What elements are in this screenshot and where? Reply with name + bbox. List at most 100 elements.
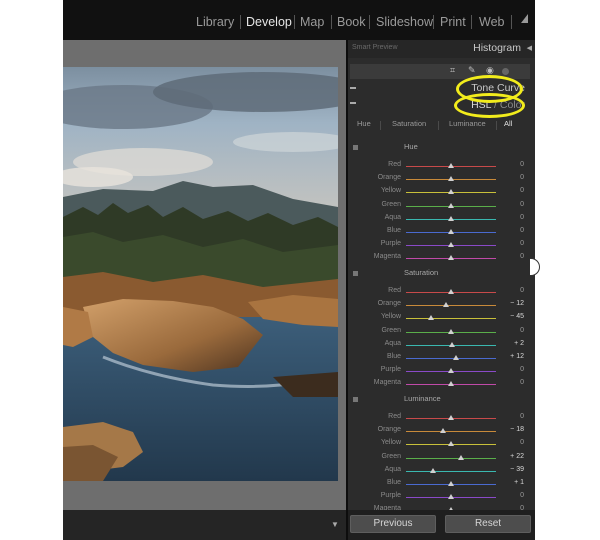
slider-track[interactable] (406, 358, 496, 359)
slider-row: Green + 22 (348, 452, 535, 465)
panel-handle-icon (350, 87, 356, 89)
slider-value[interactable]: 0 (520, 227, 524, 234)
tab-luminance[interactable]: Luminance (449, 119, 486, 128)
toolbar-content-dropdown-icon[interactable]: ▼ (328, 518, 342, 532)
slider-value[interactable]: − 18 (510, 426, 524, 433)
slider-value[interactable]: + 22 (510, 453, 524, 460)
slider-track[interactable] (406, 431, 496, 433)
slider-value[interactable]: 0 (520, 327, 524, 334)
slider-thumb[interactable] (448, 229, 454, 234)
tab-separator (380, 121, 381, 130)
slider-label: Magenta (373, 253, 401, 261)
slider-thumb[interactable] (448, 255, 454, 261)
module-library[interactable]: Library (196, 15, 234, 29)
histogram-title: Histogram (473, 42, 521, 54)
slider-value[interactable]: − 39 (510, 466, 524, 473)
slider-value[interactable]: 0 (520, 201, 524, 208)
slider-thumb[interactable] (448, 215, 454, 221)
lightroom-window: Library Develop Map Book Slideshow Print… (63, 0, 535, 540)
slider-track[interactable] (406, 470, 496, 472)
slider-value[interactable]: 0 (520, 439, 524, 446)
tab-all[interactable]: All (504, 119, 512, 128)
module-print[interactable]: Print (440, 15, 466, 29)
module-separator (294, 15, 295, 29)
slider-value[interactable]: 0 (520, 287, 524, 294)
slider-thumb[interactable] (448, 481, 455, 486)
slider-row: Aqua 0 (348, 213, 535, 226)
module-separator (240, 15, 241, 29)
section-handle-icon[interactable] (353, 397, 358, 402)
slider-row: Aqua + 2 (348, 339, 535, 352)
slider-thumb[interactable] (448, 242, 454, 248)
slider-value[interactable]: 0 (520, 240, 524, 247)
slider-track[interactable] (406, 305, 496, 307)
slider-label: Red (388, 161, 401, 168)
slider-thumb[interactable] (448, 368, 454, 374)
module-web[interactable]: Web (479, 15, 504, 29)
slider-value[interactable]: 0 (520, 366, 524, 373)
slider-value[interactable]: − 45 (510, 313, 524, 320)
slider-value[interactable]: + 1 (514, 479, 524, 486)
module-book[interactable]: Book (337, 15, 366, 29)
slider-track[interactable] (406, 457, 496, 459)
tab-hue[interactable]: Hue (357, 119, 371, 128)
slider-value[interactable]: + 2 (514, 340, 524, 347)
histogram-header[interactable]: Smart Preview Histogram ◀ (348, 40, 535, 58)
slider-value[interactable]: + 12 (510, 353, 524, 360)
slider-thumb[interactable] (448, 415, 454, 420)
slider-row: Aqua − 39 (348, 465, 535, 478)
collapse-arrow-icon[interactable]: ◀ (527, 44, 532, 52)
slider-thumb[interactable] (448, 441, 454, 447)
slider-thumb[interactable] (453, 355, 460, 360)
slider-thumb[interactable] (442, 302, 449, 308)
slider-value[interactable]: − 12 (510, 300, 524, 307)
slider-row: Yellow − 45 (348, 312, 535, 325)
tone-curve-header[interactable]: Tone Curve (348, 82, 535, 95)
slider-thumb[interactable] (448, 163, 454, 168)
slider-value[interactable]: 0 (520, 214, 524, 221)
slider-row: Blue 0 (348, 226, 535, 239)
tab-saturation[interactable]: Saturation (392, 119, 426, 128)
section-handle-icon[interactable] (353, 271, 358, 276)
reset-button[interactable]: Reset (445, 515, 531, 533)
slider-label: Yellow (381, 187, 401, 195)
redeye-icon[interactable]: ◉ (486, 65, 494, 76)
slider-label: Blue (386, 227, 401, 234)
module-map[interactable]: Map (300, 15, 324, 29)
slider-thumb[interactable] (430, 467, 437, 473)
crop-icon[interactable]: ⌗ (450, 65, 455, 76)
slider-thumb[interactable] (448, 494, 454, 500)
slider-thumb[interactable] (448, 202, 454, 208)
slider-label: Purple (380, 240, 401, 248)
slider-row: Orange − 12 (348, 299, 535, 312)
slider-thumb[interactable] (448, 176, 454, 182)
slider-thumb[interactable] (448, 189, 454, 195)
slider-value[interactable]: 0 (520, 413, 524, 420)
slider-value[interactable]: 0 (520, 161, 524, 168)
slider-thumb[interactable] (448, 289, 454, 294)
slider-thumb[interactable] (448, 328, 454, 334)
slider-value[interactable]: 0 (520, 187, 524, 194)
slider-track[interactable] (406, 318, 496, 320)
slider-value[interactable]: 0 (520, 253, 524, 260)
module-slideshow[interactable]: Slideshow (376, 15, 433, 29)
slider-thumb[interactable] (448, 381, 454, 387)
slider-thumb[interactable] (457, 454, 464, 460)
slider-value[interactable]: 0 (520, 379, 524, 386)
mask-icon[interactable] (502, 68, 509, 75)
previous-button[interactable]: Previous (350, 515, 436, 533)
heal-icon[interactable]: ✎ (468, 65, 476, 76)
color-title[interactable]: Color (500, 99, 525, 111)
hsl-title[interactable]: HSL (471, 99, 491, 111)
slider-value[interactable]: 0 (520, 492, 524, 499)
hsl-color-header[interactable]: HSL / Color (348, 98, 535, 112)
slider-thumb[interactable] (439, 428, 446, 434)
module-develop[interactable]: Develop (246, 15, 292, 29)
slider-label: Yellow (381, 439, 401, 447)
image-canvas[interactable] (63, 40, 346, 510)
slider-value[interactable]: 0 (520, 174, 524, 181)
slider-thumb[interactable] (427, 315, 434, 321)
section-handle-icon[interactable] (353, 145, 358, 150)
slider-row: Red 0 (348, 286, 535, 299)
slider-thumb[interactable] (448, 341, 455, 347)
